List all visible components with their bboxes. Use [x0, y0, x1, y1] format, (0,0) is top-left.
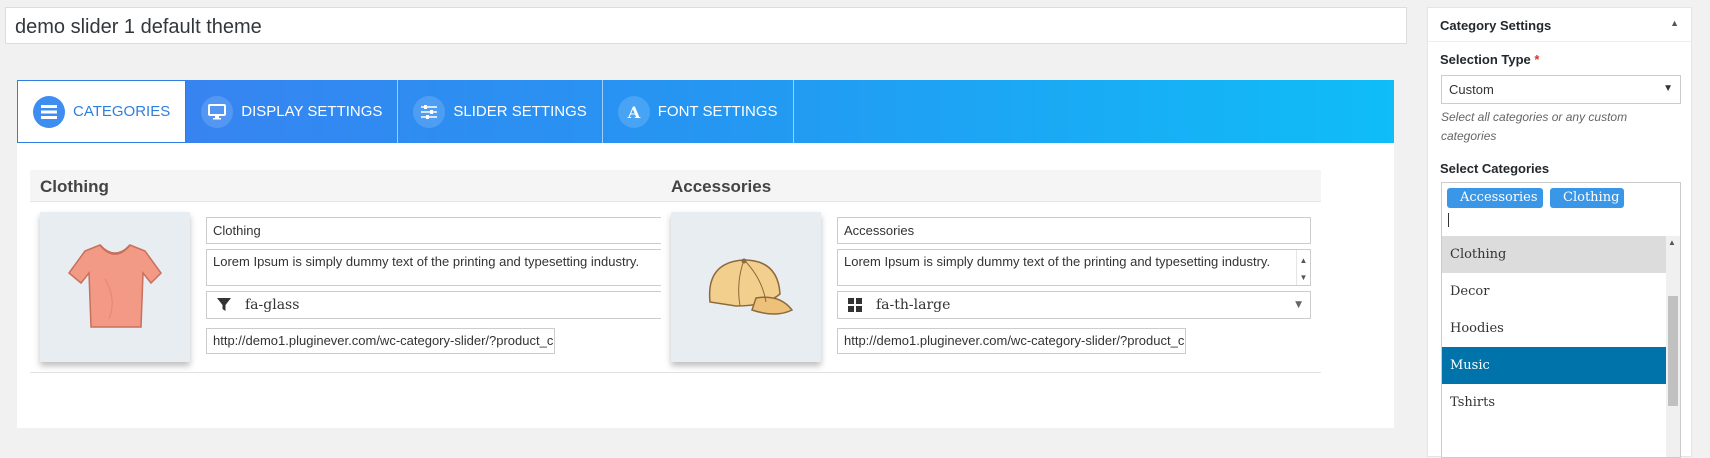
category-card-clothing: Clothing Clothing Lorem Ipsum is simply … [30, 170, 690, 373]
description-text: Lorem Ipsum is simply dummy text of the … [213, 254, 640, 269]
label-text: Selection Type [1440, 52, 1531, 67]
tshirt-illustration [67, 244, 162, 328]
tab-categories[interactable]: CATEGORIES [17, 80, 187, 143]
metabox-title: Category Settings [1440, 18, 1552, 33]
selection-type-select[interactable]: Custom ▼ [1441, 75, 1681, 104]
tab-label: DISPLAY SETTINGS [241, 103, 383, 120]
settings-tabbar: CATEGORIES DISPLAY SETTINGS SLIDER SETTI… [17, 80, 1394, 143]
category-name-field[interactable]: Accessories [837, 217, 1311, 244]
chevron-down-icon: ▼ [1663, 83, 1673, 94]
text-cursor [1448, 213, 1449, 227]
select-value: Custom [1449, 82, 1494, 97]
dropdown-option[interactable]: Decor [1442, 273, 1667, 310]
svg-text:A: A [627, 104, 641, 120]
category-image-tshirt[interactable] [40, 212, 190, 362]
th-large-icon [848, 298, 868, 312]
scrollbar-thumb[interactable] [1668, 296, 1678, 406]
collapse-arrow-icon[interactable]: ▲ [1670, 18, 1679, 28]
selected-chip[interactable]: Accessories [1447, 188, 1543, 208]
tab-slider-settings[interactable]: SLIDER SETTINGS [398, 80, 603, 143]
category-card-accessories: Accessories Accessories Lorem Ipsum is s… [661, 170, 1321, 373]
description-scrollbar[interactable]: ▲▼ [1296, 250, 1310, 285]
dropdown-option[interactable]: Music [1442, 347, 1667, 384]
icon-select-value: fa-th-large [876, 297, 951, 313]
sliders-icon [413, 95, 446, 128]
card-heading: Clothing [30, 170, 690, 202]
tab-font-settings[interactable]: A FONT SETTINGS [603, 80, 794, 143]
category-url-field[interactable]: http://demo1.pluginever.com/wc-category-… [837, 328, 1186, 354]
dropdown-option[interactable]: Clothing [1442, 236, 1667, 273]
required-mark: * [1534, 52, 1540, 67]
select-categories-label: Select Categories [1440, 161, 1550, 176]
list-icon [33, 95, 65, 128]
selection-help-text: Select all categories or any custom cate… [1441, 110, 1628, 143]
category-icon-select[interactable]: fa-th-large ▼ [837, 291, 1311, 319]
category-image-cap[interactable] [671, 212, 821, 362]
dropdown-scrollbar[interactable]: ▲ [1666, 236, 1680, 457]
tab-display-settings[interactable]: DISPLAY SETTINGS [186, 80, 399, 143]
slider-settings-panel: CATEGORIES DISPLAY SETTINGS SLIDER SETTI… [17, 80, 1394, 428]
tab-label: SLIDER SETTINGS [453, 103, 587, 120]
selection-type-label: Selection Type * [1440, 52, 1539, 67]
post-title-input[interactable]: demo slider 1 default theme [5, 7, 1407, 44]
category-settings-metabox: Category Settings ▲ Selection Type * Cus… [1427, 7, 1692, 458]
categories-multiselect[interactable]: Accessories Clothing [1441, 182, 1681, 236]
cap-illustration [708, 258, 794, 315]
card-heading: Accessories [661, 170, 1321, 202]
category-description-field[interactable]: Lorem Ipsum is simply dummy text of the … [837, 249, 1311, 286]
tab-label: FONT SETTINGS [657, 103, 778, 120]
category-name-field[interactable]: Clothing [206, 217, 680, 244]
categories-dropdown[interactable]: Clothing Decor Hoodies Music Tshirts ▲ [1441, 236, 1681, 458]
category-icon-select[interactable]: fa-glass ▼ [206, 291, 680, 319]
scroll-up-arrow-icon[interactable]: ▲ [1668, 238, 1676, 247]
category-description-field[interactable]: Lorem Ipsum is simply dummy text of the … [206, 249, 680, 286]
dropdown-option[interactable]: Hoodies [1442, 310, 1667, 347]
monitor-icon [201, 95, 234, 128]
filter-icon [217, 298, 237, 312]
tab-label: CATEGORIES [73, 103, 171, 120]
metabox-header[interactable]: Category Settings ▲ [1428, 8, 1691, 42]
category-url-field[interactable]: http://demo1.pluginever.com/wc-category-… [206, 328, 555, 354]
icon-select-value: fa-glass [245, 297, 300, 313]
chevron-down-icon: ▼ [1295, 300, 1302, 310]
dropdown-option[interactable]: Tshirts [1442, 384, 1667, 421]
selected-chip[interactable]: Clothing [1550, 188, 1625, 208]
font-icon: A [617, 95, 650, 128]
description-text: Lorem Ipsum is simply dummy text of the … [844, 254, 1271, 269]
